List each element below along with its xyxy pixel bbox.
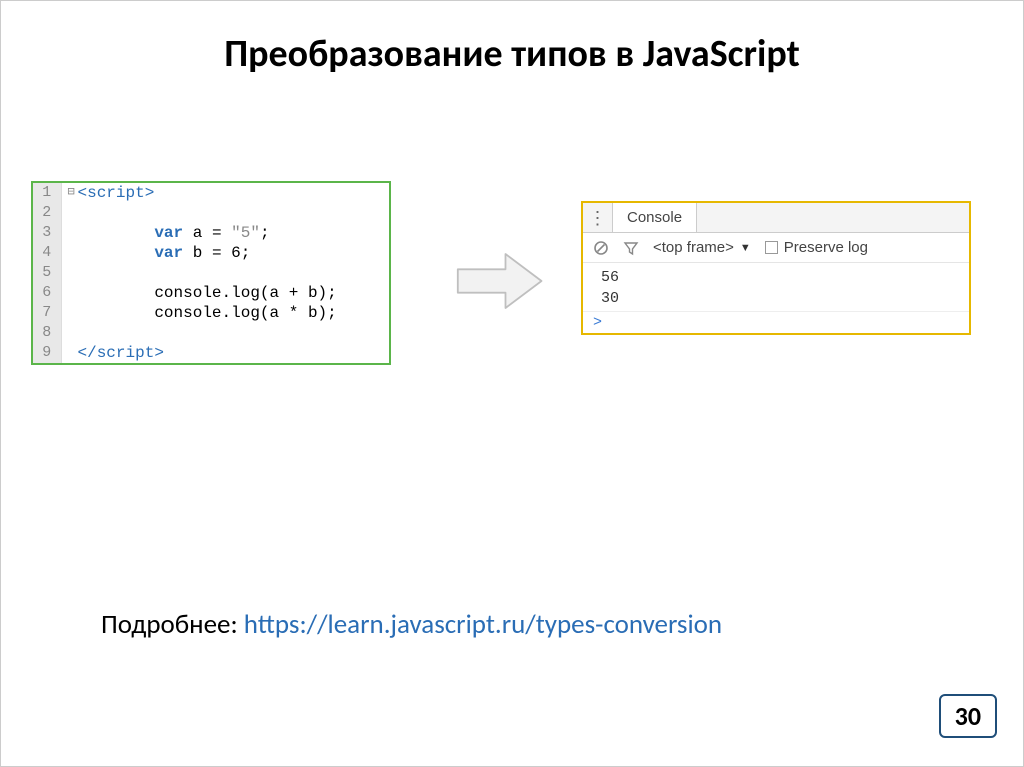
line-number: 7 <box>33 303 61 323</box>
footer-link[interactable]: https://learn.javascript.ru/types-conver… <box>244 608 722 641</box>
preserve-log-label: Preserve log <box>784 239 868 256</box>
line-number: 4 <box>33 243 61 263</box>
code-line: console.log(a + b); <box>61 283 389 303</box>
checkbox-icon <box>765 241 778 254</box>
code-line <box>61 263 389 283</box>
page-number-badge: 30 <box>939 694 997 738</box>
line-number: 1 <box>33 183 61 203</box>
line-number: 9 <box>33 343 61 363</box>
tab-console[interactable]: Console <box>613 203 697 232</box>
console-toolbar: <top frame> ▼ Preserve log <box>583 233 969 263</box>
code-line: var b = 6; <box>61 243 389 263</box>
line-number: 5 <box>33 263 61 283</box>
code-line <box>61 323 389 343</box>
arrow-right-icon <box>456 246 546 316</box>
code-editor-panel: 1⊟<script>2 3 var a = "5";4 var b = 6;5 … <box>31 181 391 365</box>
line-number: 3 <box>33 223 61 243</box>
code-table: 1⊟<script>2 3 var a = "5";4 var b = 6;5 … <box>33 183 389 363</box>
line-number: 6 <box>33 283 61 303</box>
frame-selector-label: <top frame> <box>653 239 734 256</box>
code-line: ⊟<script> <box>61 183 389 203</box>
clear-console-icon[interactable] <box>593 240 609 256</box>
console-line: 30 <box>583 288 969 309</box>
line-number: 2 <box>33 203 61 223</box>
content-row: 1⊟<script>2 3 var a = "5";4 var b = 6;5 … <box>1 181 1023 431</box>
code-line: console.log(a * b); <box>61 303 389 323</box>
chevron-down-icon: ▼ <box>740 242 751 254</box>
preserve-log-checkbox[interactable]: Preserve log <box>765 239 868 256</box>
footer-link-line: Подробнее: https://learn.javascript.ru/t… <box>101 608 722 641</box>
footer-prefix: Подробнее: <box>101 608 244 641</box>
console-output: 5630 <box>583 263 969 311</box>
code-line: </script> <box>61 343 389 363</box>
line-number: 8 <box>33 323 61 343</box>
frame-selector[interactable]: <top frame> ▼ <box>653 239 751 256</box>
code-line: var a = "5"; <box>61 223 389 243</box>
code-line <box>61 203 389 223</box>
slide-title: Преобразование типов в JavaScript <box>1 1 1023 77</box>
console-prompt[interactable]: > <box>583 311 969 333</box>
console-tab-bar: ⋮ Console <box>583 203 969 233</box>
filter-icon[interactable] <box>623 240 639 256</box>
console-line: 56 <box>583 267 969 288</box>
kebab-menu-icon[interactable]: ⋮ <box>583 203 613 232</box>
devtools-console-panel: ⋮ Console <top frame> ▼ Preserve log 563… <box>581 201 971 335</box>
